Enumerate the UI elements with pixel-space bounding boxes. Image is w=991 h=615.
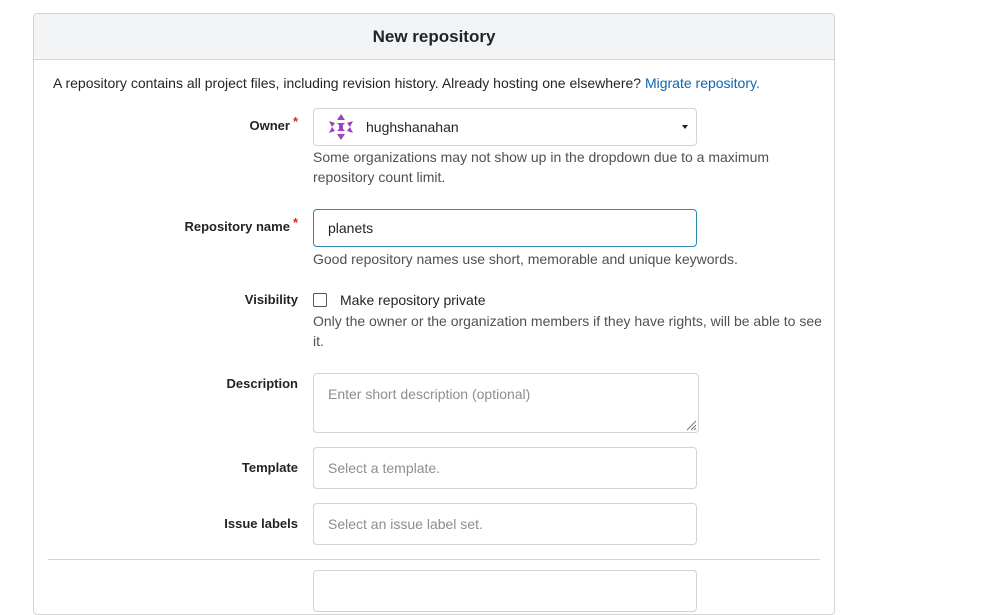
required-marker: *: [292, 215, 298, 230]
description-placeholder: Enter short description (optional): [328, 386, 531, 402]
intro-description: A repository contains all project files,…: [53, 75, 642, 91]
avatar: [326, 112, 356, 142]
owner-value: hughshanahan: [366, 119, 459, 135]
owner-help: Some organizations may not show up in th…: [313, 149, 770, 185]
visibility-label: Visibility: [244, 292, 298, 307]
template-label: Template: [241, 460, 298, 475]
issue-labels-label: Issue labels: [224, 516, 298, 531]
repo-name-input[interactable]: planets: [313, 209, 697, 247]
description-label: Description: [226, 376, 298, 391]
owner-label: Owner: [249, 118, 290, 133]
page-title: New repository: [34, 14, 834, 60]
required-marker: *: [292, 114, 298, 129]
private-checkbox[interactable]: [313, 293, 327, 307]
divider: [48, 559, 820, 560]
description-textarea[interactable]: Enter short description (optional): [313, 373, 699, 433]
migrate-repository-link[interactable]: Migrate repository.: [645, 75, 760, 91]
next-field-partial[interactable]: [313, 570, 697, 612]
owner-label-row: Owner *: [34, 114, 298, 133]
repo-name-label: Repository name: [184, 219, 290, 234]
private-checkbox-label[interactable]: Make repository private: [340, 292, 486, 308]
issue-labels-dropdown[interactable]: Select an issue label set.: [313, 503, 697, 545]
intro-text: A repository contains all project files,…: [53, 75, 833, 91]
repo-name-value: planets: [328, 220, 374, 236]
repo-name-label-row: Repository name *: [34, 215, 298, 234]
resize-grip-icon[interactable]: [685, 419, 697, 431]
visibility-help: Only the owner or the organization membe…: [313, 313, 822, 349]
new-repository-form: New repository A repository contains all…: [33, 13, 835, 615]
template-dropdown[interactable]: Select a template.: [313, 447, 697, 489]
template-placeholder: Select a template.: [328, 460, 441, 476]
repo-name-help: Good repository names use short, memorab…: [313, 251, 738, 267]
caret-down-icon: [682, 125, 688, 129]
issue-labels-placeholder: Select an issue label set.: [328, 516, 483, 532]
owner-dropdown[interactable]: hughshanahan: [313, 108, 697, 146]
